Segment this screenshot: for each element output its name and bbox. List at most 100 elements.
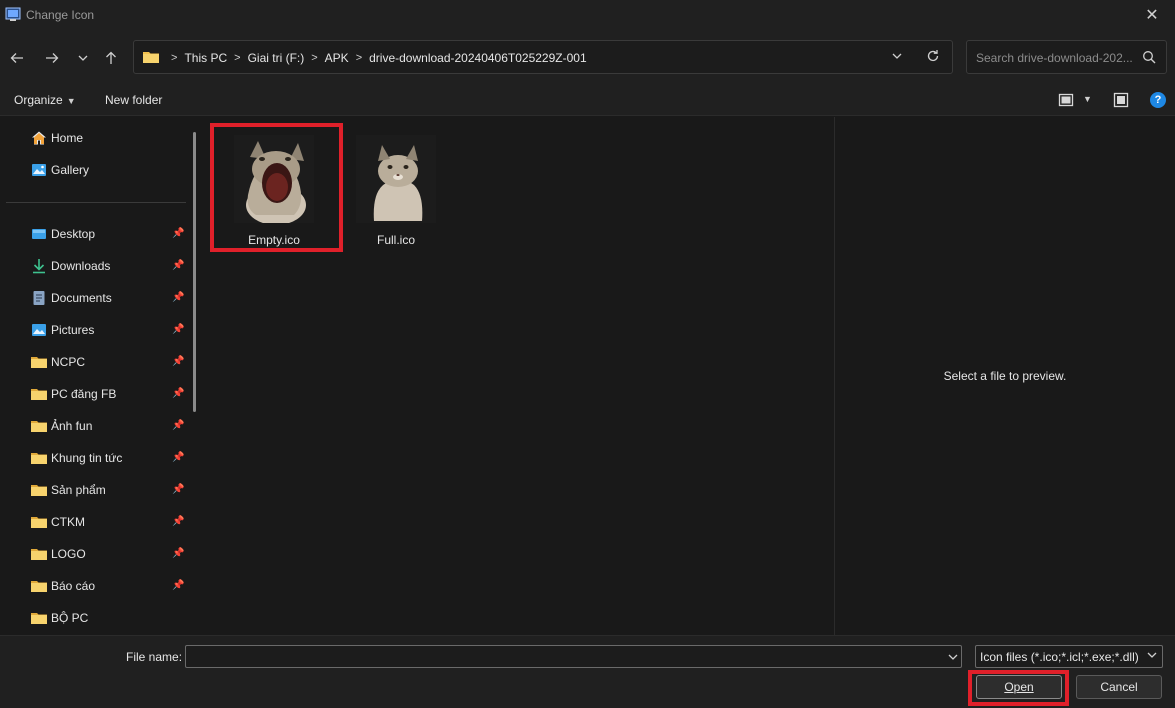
sidebar-item-label: Gallery: [51, 163, 90, 177]
sidebar-item-label: NCPC: [51, 355, 86, 369]
sidebar-item-documents[interactable]: Documents 📌: [0, 283, 190, 313]
folder-icon: [31, 549, 47, 560]
folder-icon: [31, 357, 47, 368]
chevron-right-icon[interactable]: >: [311, 52, 317, 64]
folder-icon: [31, 517, 47, 528]
sidebar-item-label: PC đăng FB: [51, 387, 117, 401]
pictures-icon: [32, 324, 46, 336]
pin-icon[interactable]: 📌: [172, 324, 184, 335]
arrow-up-icon: [106, 51, 116, 64]
title-bar: Change Icon ✕: [0, 0, 1175, 30]
breadcrumb-item-apk[interactable]: APK: [325, 51, 349, 65]
pin-icon[interactable]: 📌: [172, 228, 184, 239]
chevron-right-icon[interactable]: >: [234, 52, 240, 64]
help-icon[interactable]: ?: [1150, 92, 1166, 108]
search-box[interactable]: Search drive-download-202...: [966, 40, 1167, 74]
sidebar-item-ncpc[interactable]: NCPC 📌: [0, 347, 190, 377]
desktop-icon: [32, 229, 46, 239]
dialog-footer: File name: Icon files (*.ico;*.icl;*.exe…: [0, 635, 1175, 708]
sidebar-item-label: Sản phẩm: [51, 483, 106, 497]
sidebar-item-anh-fun[interactable]: Ảnh fun 📌: [0, 411, 190, 441]
sidebar-item-san-pham[interactable]: Sản phẩm 📌: [0, 475, 190, 505]
chevron-down-icon[interactable]: [948, 652, 958, 662]
pin-icon[interactable]: 📌: [172, 420, 184, 431]
sidebar-item-label: LOGO: [51, 547, 86, 561]
sidebar-scrollbar[interactable]: [193, 132, 196, 412]
folder-icon: [31, 581, 47, 592]
breadcrumb-item-this-pc[interactable]: This PC: [184, 51, 227, 65]
chevron-down-icon: [78, 55, 88, 61]
chevron-down-icon: [1147, 652, 1157, 658]
pin-icon[interactable]: 📌: [172, 484, 184, 495]
breadcrumb: > This PC > Giai tri (F:) > APK > drive-…: [164, 51, 587, 65]
folder-icon: [31, 613, 47, 624]
folder-icon: [31, 389, 47, 400]
search-input[interactable]: Search drive-download-202...: [976, 51, 1136, 65]
refresh-icon[interactable]: [926, 49, 940, 63]
back-button[interactable]: [6, 47, 28, 69]
sidebar-item-label: BỘ PC: [51, 611, 89, 625]
search-icon: [1143, 51, 1156, 64]
address-bar[interactable]: > This PC > Giai tri (F:) > APK > drive-…: [133, 40, 953, 74]
sidebar-item-logo[interactable]: LOGO 📌: [0, 539, 190, 569]
pin-icon[interactable]: 📌: [172, 388, 184, 399]
file-item-full-ico[interactable]: Full.ico: [346, 129, 446, 247]
cancel-button[interactable]: Cancel: [1076, 675, 1162, 699]
sidebar-item-bo-pc[interactable]: BỘ PC: [0, 603, 190, 633]
sidebar-item-label: Ảnh fun: [51, 419, 93, 433]
sidebar-item-ctkm[interactable]: CTKM 📌: [0, 507, 190, 537]
folder-icon: [143, 52, 159, 63]
chevron-down-icon[interactable]: [892, 51, 902, 61]
preview-pane: Select a file to preview.: [834, 117, 1175, 635]
file-type-filter[interactable]: Icon files (*.ico;*.icl;*.exe;*.dll): [975, 645, 1163, 668]
cat-mouth-closed-icon: [356, 135, 436, 223]
file-name: Full.ico: [376, 233, 415, 247]
preview-pane-icon[interactable]: [1113, 92, 1129, 108]
chevron-right-icon: >: [171, 52, 178, 64]
up-button[interactable]: [100, 47, 122, 69]
navigation-pane: Home Gallery Desktop 📌 Downloads 📌 Docum…: [0, 117, 205, 635]
view-options-icon[interactable]: [1058, 92, 1074, 108]
pin-icon[interactable]: 📌: [172, 516, 184, 527]
sidebar-item-pc-dang-fb[interactable]: PC đăng FB 📌: [0, 379, 190, 409]
pin-icon[interactable]: 📌: [172, 356, 184, 367]
recent-locations-button[interactable]: [72, 47, 94, 69]
arrow-right-icon: [46, 53, 59, 63]
sidebar-item-gallery[interactable]: Gallery: [0, 155, 190, 185]
breadcrumb-item-drive[interactable]: Giai tri (F:): [248, 51, 305, 65]
pin-icon[interactable]: 📌: [172, 548, 184, 559]
preview-message: Select a file to preview.: [943, 369, 1067, 383]
organize-button[interactable]: Organize ▼: [14, 93, 76, 107]
sidebar-item-khung-tin-tuc[interactable]: Khung tin tức 📌: [0, 443, 190, 473]
pin-icon[interactable]: 📌: [172, 260, 184, 271]
file-name-input[interactable]: [185, 645, 962, 668]
divider: [6, 202, 186, 203]
window-title: Change Icon: [26, 8, 95, 22]
pin-icon[interactable]: 📌: [172, 452, 184, 463]
caret-down-icon[interactable]: ▼: [1083, 94, 1092, 104]
pin-icon[interactable]: 📌: [172, 292, 184, 303]
close-button[interactable]: ✕: [1129, 0, 1175, 30]
sidebar-item-label: Downloads: [51, 259, 111, 273]
sidebar-item-label: CTKM: [51, 515, 85, 529]
chevron-right-icon[interactable]: >: [356, 52, 362, 64]
download-icon: [33, 259, 45, 274]
sidebar-item-downloads[interactable]: Downloads 📌: [0, 251, 190, 281]
folder-icon: [31, 485, 47, 496]
documents-icon: [33, 291, 45, 305]
sidebar-item-home[interactable]: Home: [0, 123, 190, 153]
new-folder-button[interactable]: New folder: [105, 93, 162, 107]
highlight-annotation: [968, 670, 1069, 706]
sidebar-item-bao-cao[interactable]: Báo cáo 📌: [0, 571, 190, 601]
sidebar-item-desktop[interactable]: Desktop 📌: [0, 219, 190, 249]
pin-icon[interactable]: 📌: [172, 580, 184, 591]
sidebar-item-pictures[interactable]: Pictures 📌: [0, 315, 190, 345]
folder-icon: [31, 421, 47, 432]
sidebar-item-label: Pictures: [51, 323, 95, 337]
navigation-bar: > This PC > Giai tri (F:) > APK > drive-…: [0, 30, 1175, 84]
close-icon: ✕: [1145, 7, 1159, 24]
breadcrumb-item-current-folder[interactable]: drive-download-20240406T025229Z-001: [369, 51, 587, 65]
forward-button[interactable]: [41, 47, 63, 69]
folder-icon: [31, 453, 47, 464]
highlight-annotation: [210, 123, 343, 252]
